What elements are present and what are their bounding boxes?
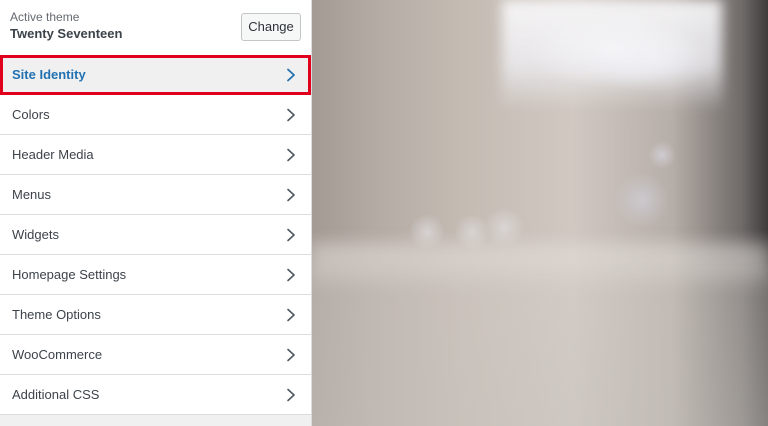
customizer-sidebar: Active theme Twenty Seventeen Change Sit… [0, 0, 312, 426]
change-theme-button[interactable]: Change [241, 13, 301, 41]
preview-blurred-window [502, 0, 722, 110]
active-theme-section: Active theme Twenty Seventeen Change [0, 0, 311, 56]
chevron-right-icon [287, 68, 295, 82]
menu-item-label: Site Identity [12, 67, 86, 82]
menu-item-theme-options[interactable]: Theme Options [0, 295, 311, 335]
menu-item-label: Homepage Settings [12, 267, 127, 282]
chevron-right-icon [287, 188, 295, 202]
chevron-right-icon [287, 348, 295, 362]
chevron-right-icon [287, 268, 295, 282]
menu-item-woocommerce[interactable]: WooCommerce [0, 335, 311, 375]
menu-item-label: Colors [12, 107, 50, 122]
menu-item-header-media[interactable]: Header Media [0, 135, 311, 175]
chevron-right-icon [287, 228, 295, 242]
menu-item-colors[interactable]: Colors [0, 95, 311, 135]
active-theme-name: Twenty Seventeen [10, 26, 123, 41]
active-theme-label: Active theme [10, 10, 80, 24]
menu-item-label: Menus [12, 187, 52, 202]
menu-item-additional-css[interactable]: Additional CSS [0, 375, 311, 415]
menu-item-label: WooCommerce [12, 347, 103, 362]
chevron-right-icon [287, 388, 295, 402]
customizer-menu: Site Identity Colors Header Media Menus … [0, 55, 311, 415]
menu-item-homepage-settings[interactable]: Homepage Settings [0, 255, 311, 295]
site-preview[interactable] [312, 0, 768, 426]
menu-item-site-identity[interactable]: Site Identity [0, 55, 311, 95]
menu-item-label: Theme Options [12, 307, 101, 322]
chevron-right-icon [287, 108, 295, 122]
preview-blurred-shelf [312, 245, 768, 285]
menu-item-label: Widgets [12, 227, 59, 242]
menu-item-label: Header Media [12, 147, 94, 162]
chevron-right-icon [287, 308, 295, 322]
customizer-page: Active theme Twenty Seventeen Change Sit… [0, 0, 768, 426]
menu-item-label: Additional CSS [12, 387, 100, 402]
menu-item-menus[interactable]: Menus [0, 175, 311, 215]
chevron-right-icon [287, 148, 295, 162]
menu-item-widgets[interactable]: Widgets [0, 215, 311, 255]
